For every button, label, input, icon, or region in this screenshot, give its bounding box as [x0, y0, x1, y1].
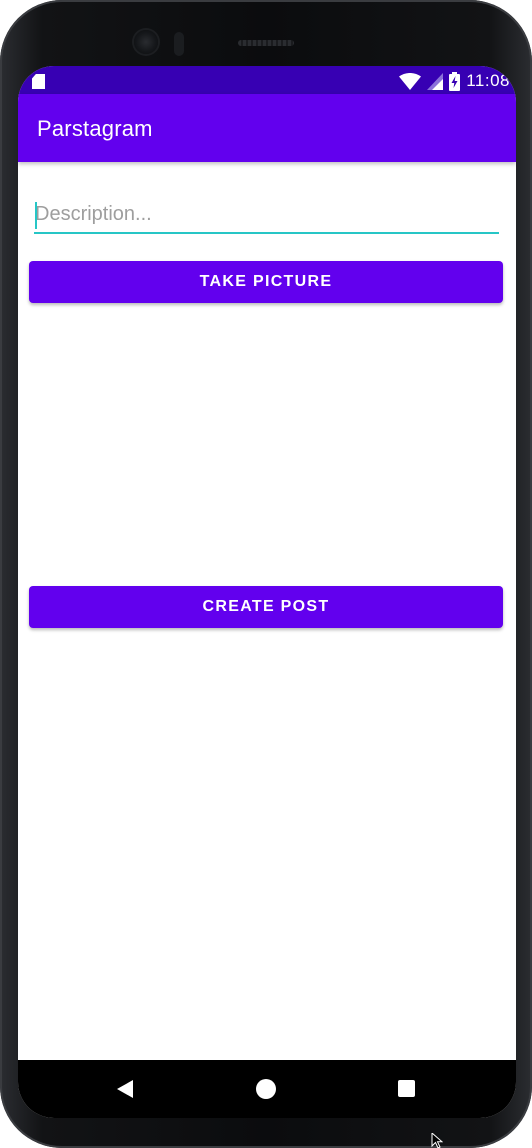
sd-card-icon: [32, 74, 45, 89]
status-time: 11:08: [466, 71, 510, 90]
navigation-bar: [18, 1060, 516, 1118]
create-post-button[interactable]: CREATE POST: [29, 586, 503, 628]
battery-charging-icon: [449, 71, 461, 91]
back-icon[interactable]: [117, 1080, 133, 1098]
app-title: Parstagram: [37, 116, 153, 141]
wifi-icon: [399, 72, 422, 90]
home-icon[interactable]: [256, 1079, 276, 1099]
text-cursor: [35, 202, 37, 229]
signal-icon: [427, 72, 444, 90]
status-icons: 11:08: [399, 70, 510, 92]
description-input[interactable]: [34, 198, 499, 234]
take-picture-button[interactable]: TAKE PICTURE: [29, 261, 503, 303]
phone-screen: 11:08 Parstagram TAKE PICTURE CREATE POS…: [18, 66, 516, 1118]
front-camera: [134, 30, 158, 54]
status-bar: 11:08: [18, 66, 516, 94]
recents-icon[interactable]: [398, 1080, 415, 1097]
mouse-pointer-icon: [431, 1133, 443, 1148]
app-bar: Parstagram: [18, 94, 516, 162]
earpiece-speaker: [238, 40, 294, 46]
compose-post-form: TAKE PICTURE CREATE POST: [18, 162, 516, 1060]
phone-frame: 11:08 Parstagram TAKE PICTURE CREATE POS…: [0, 0, 532, 1148]
proximity-sensor: [174, 32, 184, 56]
